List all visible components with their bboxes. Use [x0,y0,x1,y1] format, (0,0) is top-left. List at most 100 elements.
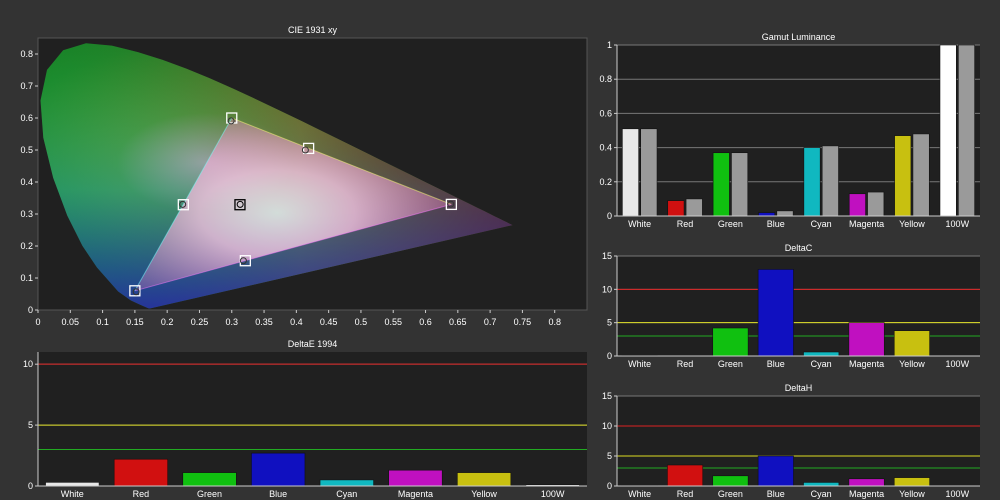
gamut-luminance-bar-100w-measured [939,44,957,217]
gamut-luminance-bar-yellow-measured [894,135,912,217]
deltac-ytick-label: 0 [607,351,612,361]
gamut-luminance-bar-red-measured [667,200,685,217]
deltae-1994-category-label: White [61,489,84,499]
cie-xtick-label: 0.55 [384,317,402,327]
gamut-luminance-bar-magenta-measured [848,193,866,217]
gamut-luminance-category-label: Magenta [849,219,884,229]
gamut-luminance-category-label: Cyan [811,219,832,229]
deltac-bar-yellow [893,330,930,357]
deltah-ytick-label: 15 [602,391,612,401]
deltah-bar-yellow [893,477,930,487]
deltae-1994-category-label: Yellow [471,489,497,499]
deltac-category-label: 100W [946,359,970,369]
deltac-category-label: Cyan [811,359,832,369]
deltae-1994-category-label: Green [197,489,222,499]
deltac-category-label: Green [718,359,743,369]
gamut-luminance-bar-cyan-measured [803,147,821,217]
cie-xtick-label: 0.25 [191,317,209,327]
deltah-category-label: Yellow [899,489,925,499]
gamut-luminance-bar-blue-target [776,210,794,217]
gamut-luminance-bar-green-target [731,152,749,217]
cie-ytick-label: 0.4 [20,177,33,187]
deltah-ytick-label: 5 [607,451,612,461]
deltac-category-label: Red [677,359,694,369]
gamut-luminance-category-label: 100W [946,219,970,229]
deltac-ytick-label: 5 [607,318,612,328]
gamut-luminance-bar-red-target [685,198,703,217]
deltae-1994-ytick-label: 5 [28,420,33,430]
cie-xtick-label: 0.15 [126,317,144,327]
deltac-title: DeltaC [785,243,813,253]
cie-ytick-label: 0.6 [20,113,33,123]
gamut-luminance-bar-green-measured [712,152,730,217]
deltah-bar-blue [757,455,794,487]
deltac-bar-magenta [848,322,885,357]
deltae-1994-ytick-label: 10 [23,359,33,369]
gamut-luminance-ytick-label: 0.2 [599,177,612,187]
deltae-1994-category-label: Magenta [398,489,433,499]
deltah-ytick-label: 0 [607,481,612,491]
deltah-bar-red [667,464,704,487]
deltah-category-label: Blue [767,489,785,499]
gamut-luminance-bar-yellow-target [912,133,930,217]
deltae-1994-chart: DeltaE 1994 0 5 10 White Red Green Blue Cyan Mage… [23,339,587,499]
deltah-category-label: 100W [946,489,970,499]
cie-xtick-label: 0.3 [226,317,239,327]
deltae-1994-category-label: Red [133,489,150,499]
deltae-1994-ytick-label: 0 [28,481,33,491]
gamut-luminance-ytick-label: 0.6 [599,108,612,118]
deltae-1994-category-label: Cyan [336,489,357,499]
cie-ytick-label: 0.7 [20,81,33,91]
measurement-dashboard: CIE 1931 xy0 0.05 0.1 0.15 0.2 0.25 0.3 0.35 0.4… [20,25,980,499]
cie-xtick-label: 0.6 [419,317,432,327]
deltae-1994-bar-white [45,482,100,487]
gamut-luminance-category-label: Red [677,219,694,229]
cie-chart: CIE 1931 xy 0 0.05 0.1 0.15 0.2 0.25 0.3 0.35 0.4… [20,25,588,327]
cie-xtick-label: 0.65 [449,317,467,327]
deltac-bar-cyan [803,351,840,357]
deltae-1994-category-label: Blue [269,489,287,499]
cie-ytick-label: 0.1 [20,273,33,283]
deltac-category-label: Yellow [899,359,925,369]
cie-ytick-label: 0.5 [20,145,33,155]
cie-ytick-label: 0.8 [20,49,33,59]
deltac-category-label: Magenta [849,359,884,369]
gamut-luminance-bar-blue-measured [758,212,776,217]
cie-chart-title: CIE 1931 xy [288,25,338,35]
deltac-chart: DeltaC 0 5 10 15 White Red Green Blue Cyan Magenta… [602,243,980,369]
gamut-luminance-ytick-label: 0 [607,211,612,221]
deltah-bar-green [712,475,749,487]
cie-ytick-label: 0.3 [20,209,33,219]
deltah-bar-cyan [803,482,840,487]
gamut-luminance-bar-100w-target [958,44,975,217]
gamut-luminance-bar-white-target [640,128,658,217]
deltac-category-label: Blue [767,359,785,369]
gamut-luminance-bar-cyan-target [821,145,839,217]
gamut-luminance-bar-magenta-target [867,191,885,217]
cie-xtick-label: 0.05 [62,317,80,327]
gamut-luminance-category-label: White [628,219,651,229]
deltae-1994-category-label: 100W [541,489,565,499]
deltac-bar-green [712,327,749,357]
deltae-1994-bar-cyan [319,479,374,487]
gamut-luminance-ytick-label: 1 [607,40,612,50]
cie-xtick-label: 0.45 [320,317,338,327]
cie-xtick-label: 0.75 [514,317,532,327]
deltah-category-label: White [628,489,651,499]
deltah-bar-magenta [848,478,885,487]
cie-xtick-label: 0.1 [96,317,109,327]
cie-xtick-label: 0.7 [484,317,497,327]
cie-xtick-label: 0.5 [355,317,368,327]
deltac-ytick-label: 15 [602,251,612,261]
deltae-1994-bar-red [113,458,169,487]
gamut-luminance-chart: Gamut Luminance 0 0.2 0.4 0.6 0.8 1 White Red Gre… [599,32,980,229]
gamut-luminance-category-label: Yellow [899,219,925,229]
deltae-1994-bar-magenta [388,469,443,487]
cie-xtick-label: 0 [35,317,40,327]
deltae-1994-title: DeltaE 1994 [288,339,338,349]
deltae-1994-bar-green [182,472,237,487]
deltah-category-label: Red [677,489,694,499]
cie-ytick-label: 0.2 [20,241,33,251]
gamut-luminance-category-label: Blue [767,219,785,229]
deltac-bar-blue [757,269,794,357]
